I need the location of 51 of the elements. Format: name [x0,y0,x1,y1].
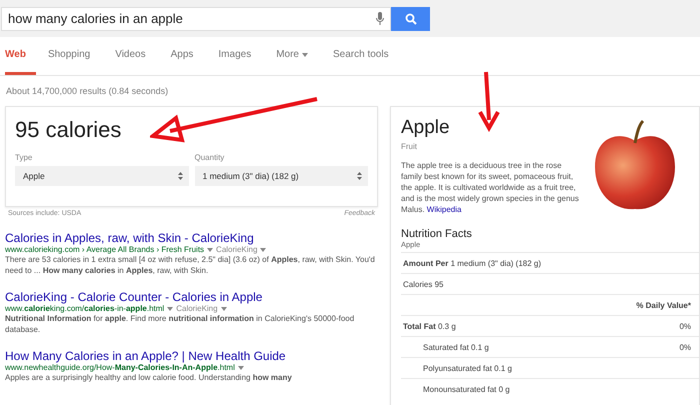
select-dropdown[interactable]: 1 medium (3" dia) (182 g) [194,166,368,186]
result-url: www.newhealthguide.org/How-Many-Calories-In-An-Apple.html [5,363,235,372]
caret-icon [260,248,266,252]
nav-tab[interactable]: Apps [170,37,206,75]
nutrient-label: Calories 95 [403,280,444,288]
nav-tab[interactable]: Web [5,37,36,75]
panel-title: Apple [401,117,451,139]
search-button[interactable] [391,6,430,30]
panel-description: The apple tree is a deciduous tree in the rose family best known for its sweet, pomaceous fruit, the apple. It is cultivated worldwide as a fruit tree, and is the most widely grown species in the genus Malus. Wikipedia [401,160,580,215]
nutrient-label: Amount Per 1 medium (3" dia) (182 g) [403,258,541,268]
result-source: CalorieKing [216,245,258,254]
select-dropdown[interactable]: Apple [15,166,188,186]
caret-icon [238,366,244,370]
caret-icon [207,248,214,252]
nutrition-title: Nutrition Facts [401,228,473,240]
panel-subtitle: Fruit [401,142,418,151]
wikipedia-link[interactable]: Wikipedia [426,205,462,214]
nav-tab[interactable]: More [276,37,321,75]
nutrient-label: Monounsaturated fat 0 g [423,384,510,394]
result-stats: About 14,700,000 results (0.84 seconds) [6,86,168,96]
result-title-link[interactable]: How Many Calories in an Apple? | New Health Guide [5,349,378,363]
microphone-icon[interactable] [376,12,384,25]
result-url: www.calorieking.com/calories-in-apple.html [5,304,164,313]
result-snippet: Apples are a surprisingly healthy and low calorie food. Understanding how many [5,372,293,383]
nutrient-label: Polyunsaturated fat 0.1 g [423,364,512,372]
annotation-arrow [478,70,500,132]
search-field[interactable]: how many calories in an apple [1,6,391,30]
result-snippet: There are 53 calories in 1 extra small [4 oz with refuse, 2.5" dia] (3.6 oz) of Apples, raw, with Skin. You'd need to ... How many calories in Apples, raw, with Skin. [5,254,376,276]
updown-arrows-icon [178,172,182,180]
daily-value: 0% [679,342,691,352]
nav-tab[interactable]: Search tools [333,37,402,75]
updown-arrows-icon [357,172,362,180]
caret-icon [167,306,174,310]
caret-icon [220,306,227,310]
nutrient-label: Saturated fat 0.1 g [423,342,489,352]
nutrient-label: Total Fat 0.3 g [403,322,456,330]
select-label: Quantity [194,153,226,162]
daily-value-header: % Daily Value* [636,300,691,310]
nav-tab[interactable]: Images [218,37,264,75]
result-url: www.calorieking.com › Average All Brands › Fresh Fruits [5,245,204,254]
nav-tab[interactable]: Videos [115,37,159,75]
nav-tab[interactable]: Shopping [48,37,104,75]
daily-value: 0% [679,322,691,330]
select-label: Type [15,153,34,162]
result-title-link[interactable]: CalorieKing - Calorie Counter - Calories in Apple [5,290,378,304]
search-icon [404,12,416,24]
result-title-link[interactable]: Calories in Apples, raw, with Skin - CalorieKing [5,231,378,245]
result-snippet: Nutritional Information for apple. Find more nutritional information in CalorieKing's 50000-food database. [5,313,356,335]
calorie-answer: 95 calories [15,117,122,143]
search-query: how many calories in an apple [8,11,183,26]
result-source: CalorieKing [176,304,218,313]
